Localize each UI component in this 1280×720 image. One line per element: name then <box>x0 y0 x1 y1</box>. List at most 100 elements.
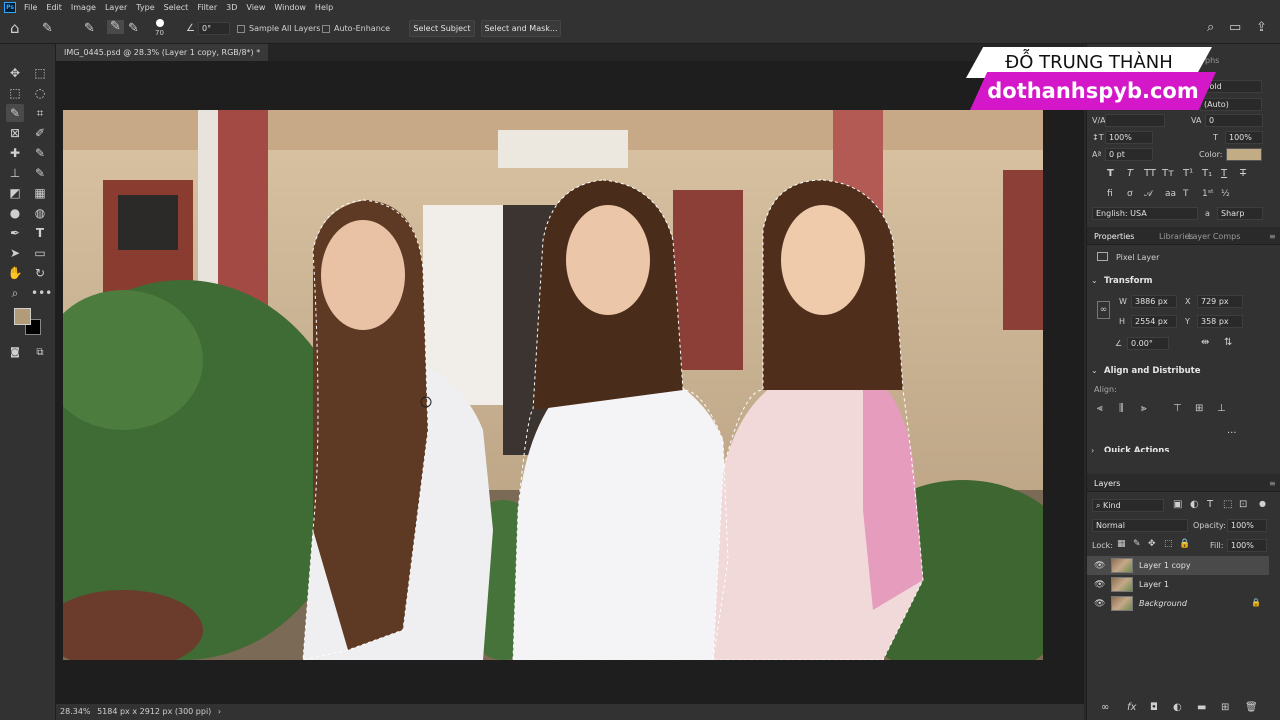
small-caps-icon[interactable]: Tᴛ <box>1162 168 1174 179</box>
adjustment-layer-icon[interactable]: ◐ <box>1173 702 1182 713</box>
visibility-eye-icon[interactable]: 👁 <box>1094 599 1105 609</box>
align-right-icon[interactable]: ⫸ <box>1141 403 1147 414</box>
clone-stamp-icon[interactable]: ⊥ <box>6 164 24 182</box>
history-brush-icon[interactable]: ✎ <box>31 164 49 182</box>
rectangle-tool-icon[interactable]: ▭ <box>31 244 49 262</box>
auto-enhance-checkbox[interactable] <box>322 25 330 33</box>
marquee-tool-icon[interactable]: ⬚ <box>6 84 24 102</box>
crop-tool-icon[interactable]: ⌗ <box>31 104 49 122</box>
height-field[interactable]: 2554 px <box>1131 315 1177 328</box>
tab-properties[interactable]: Properties <box>1094 232 1134 241</box>
filter-adjustment-icon[interactable]: ◐ <box>1190 499 1199 510</box>
delete-layer-icon[interactable]: 🗑 <box>1245 702 1258 713</box>
antialias-select[interactable]: Sharp <box>1217 207 1263 220</box>
align-bottom-icon[interactable]: ⊥ <box>1217 403 1226 414</box>
visibility-eye-icon[interactable]: 👁 <box>1094 561 1105 571</box>
titling-icon[interactable]: T <box>1183 189 1189 199</box>
align-left-icon[interactable]: ⫷ <box>1097 403 1103 414</box>
pen-tool-icon[interactable]: ✒ <box>6 224 24 242</box>
type-tool-icon[interactable]: T <box>31 224 49 242</box>
document-photo[interactable] <box>63 110 1043 660</box>
eraser-tool-icon[interactable]: ◩ <box>6 184 24 202</box>
gradient-tool-icon[interactable]: ▦ <box>31 184 49 202</box>
language-select[interactable]: English: USA <box>1092 207 1198 220</box>
layer-row-layer-1-copy[interactable]: 👁 Layer 1 copy <box>1087 556 1269 575</box>
quick-actions-title[interactable]: Quick Actions <box>1104 446 1169 452</box>
hand-tool-icon[interactable]: ✋ <box>6 264 24 282</box>
layer-filter-select[interactable]: ⌕ Kind <box>1092 499 1164 512</box>
lock-artboard-icon[interactable]: ⬚ <box>1164 539 1173 549</box>
filter-toggle-icon[interactable]: ● <box>1259 499 1266 508</box>
filter-pixel-icon[interactable]: ▣ <box>1173 499 1182 510</box>
quick-selection-tool-icon[interactable]: ✎ <box>6 104 24 122</box>
menu-file[interactable]: File <box>24 3 37 12</box>
brush-tool-icon[interactable]: ✎ <box>31 144 49 162</box>
add-mask-icon[interactable]: ◘ <box>1150 702 1158 713</box>
blend-mode-select[interactable]: Normal <box>1092 519 1188 532</box>
layer-name[interactable]: Layer 1 <box>1139 580 1169 589</box>
fractions-icon[interactable]: ½ <box>1221 189 1230 199</box>
foreground-color-swatch[interactable] <box>14 308 31 325</box>
artboard-tool-icon[interactable]: ⬚ <box>31 64 49 82</box>
new-layer-icon[interactable]: ⊞ <box>1221 702 1229 713</box>
share-icon[interactable]: ⇪ <box>1256 21 1267 35</box>
layer-name[interactable]: Background <box>1139 599 1187 608</box>
old-style-icon[interactable]: ơ <box>1127 189 1133 199</box>
horizontal-scale-field[interactable]: 100% <box>1225 131 1263 144</box>
lock-transparent-icon[interactable]: ▦ <box>1117 539 1126 549</box>
text-color-swatch[interactable] <box>1226 148 1262 161</box>
zoom-level[interactable]: 28.34% <box>60 707 91 716</box>
dodge-tool-icon[interactable]: ◍ <box>31 204 49 222</box>
layer-name[interactable]: Layer 1 copy <box>1139 561 1191 570</box>
paragraphs-tab-partial[interactable]: phs <box>1205 56 1219 65</box>
layer-style-icon[interactable]: fx <box>1127 702 1136 713</box>
width-field[interactable]: 3886 px <box>1131 295 1177 308</box>
workspace-icon[interactable]: ▭ <box>1229 21 1241 35</box>
lock-all-icon[interactable]: 🔒 <box>1179 539 1190 549</box>
layer-row-layer-1[interactable]: 👁 Layer 1 <box>1087 575 1269 594</box>
new-group-icon[interactable]: ▬ <box>1197 702 1206 713</box>
rotate-view-icon[interactable]: ↻ <box>31 264 49 282</box>
more-tools-icon[interactable]: ••• <box>31 284 52 302</box>
canvas-area[interactable] <box>56 61 1084 704</box>
all-caps-icon[interactable]: TT <box>1144 168 1156 179</box>
underline-icon[interactable]: T <box>1221 168 1227 179</box>
tab-layer-comps[interactable]: Layer Comps <box>1188 232 1240 241</box>
move-tool-icon[interactable]: ✥ <box>6 64 24 82</box>
brush-preview-icon[interactable] <box>156 19 164 27</box>
search-icon[interactable]: ⌕ <box>1207 21 1214 35</box>
new-selection-icon[interactable]: ✎ <box>84 22 95 36</box>
tracking-field[interactable]: 0 <box>1205 114 1263 127</box>
align-top-icon[interactable]: ⊤ <box>1173 403 1182 414</box>
more-options-button[interactable]: ... <box>1227 425 1237 436</box>
stylistic-alternates-icon[interactable]: aa <box>1165 189 1176 199</box>
screen-mode-icon[interactable]: ⧉ <box>31 344 49 362</box>
add-to-selection-icon[interactable]: ✎ <box>107 20 124 34</box>
faux-italic-icon[interactable]: T <box>1127 168 1133 179</box>
menu-select[interactable]: Select <box>164 3 189 12</box>
baseline-shift-field[interactable]: 0 pt <box>1105 148 1153 161</box>
healing-brush-icon[interactable]: ✚ <box>6 144 24 162</box>
align-middle-vertical-icon[interactable]: ⊞ <box>1195 403 1203 414</box>
menu-filter[interactable]: Filter <box>197 3 217 12</box>
link-layers-icon[interactable]: ∞ <box>1101 702 1109 713</box>
tab-layers[interactable]: Layers <box>1094 479 1120 488</box>
menu-view[interactable]: View <box>246 3 265 12</box>
swash-icon[interactable]: 𝒜 <box>1144 189 1153 199</box>
subtract-from-selection-icon[interactable]: ✎ <box>128 22 139 36</box>
align-distribute-title[interactable]: Align and Distribute <box>1104 366 1201 376</box>
transform-title[interactable]: Transform <box>1104 276 1153 286</box>
menu-layer[interactable]: Layer <box>105 3 127 12</box>
menu-type[interactable]: Type <box>136 3 154 12</box>
path-selection-icon[interactable]: ➤ <box>6 244 24 262</box>
y-field[interactable]: 358 px <box>1197 315 1243 328</box>
layer-row-background[interactable]: 👁 Background 🔒 <box>1087 594 1269 613</box>
menu-3d[interactable]: 3D <box>226 3 237 12</box>
strikethrough-icon[interactable]: T <box>1240 168 1246 179</box>
ligature-icon[interactable]: fi <box>1107 189 1113 199</box>
filter-smart-object-icon[interactable]: ⊡ <box>1239 499 1247 510</box>
quick-mask-icon[interactable]: ◙ <box>6 344 24 362</box>
superscript-icon[interactable]: T¹ <box>1183 168 1193 179</box>
blur-tool-icon[interactable]: ● <box>6 204 24 222</box>
menu-edit[interactable]: Edit <box>46 3 62 12</box>
